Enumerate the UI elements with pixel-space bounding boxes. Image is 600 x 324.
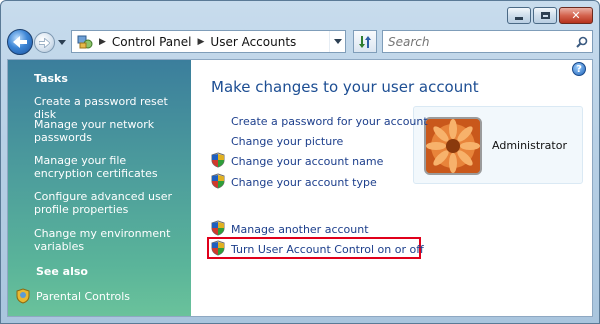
caption-buttons: ✕ <box>507 7 593 24</box>
back-arrow-icon <box>13 36 27 48</box>
content-area: Tasks Create a password reset disk Manag… <box>7 59 593 317</box>
task-manage-network-passwords[interactable]: Manage your network passwords <box>34 118 184 144</box>
recent-pages-button[interactable] <box>57 37 67 47</box>
uac-shield-icon <box>211 152 225 168</box>
see-also-parental-controls[interactable]: Parental Controls <box>16 288 130 304</box>
account-tile: Administrator <box>413 106 583 184</box>
link-create-password[interactable]: Create a password for your account <box>231 115 428 128</box>
close-icon: ✕ <box>571 9 581 22</box>
main-pane: ? Make changes to your user account Admi… <box>191 60 592 316</box>
chevron-down-icon <box>333 39 342 44</box>
link-change-account-name[interactable]: Change your account name <box>231 155 383 168</box>
close-button[interactable]: ✕ <box>559 7 593 24</box>
uac-shield-icon <box>211 240 225 256</box>
minimize-icon <box>515 16 523 20</box>
control-panel-icon <box>77 35 93 48</box>
help-icon[interactable]: ? <box>572 62 586 76</box>
link-turn-uac-on-off[interactable]: Turn User Account Control on or off <box>231 243 424 256</box>
task-manage-file-encryption-certificates[interactable]: Manage your file encryption certificates <box>34 154 184 180</box>
link-change-account-type[interactable]: Change your account type <box>231 176 377 189</box>
uac-shield-icon <box>211 220 225 236</box>
breadcrumb-separator: ▶ <box>99 36 106 47</box>
see-also-heading: See also <box>36 265 88 278</box>
search-input[interactable] <box>383 31 572 52</box>
tasks-heading: Tasks <box>34 72 68 85</box>
search-icon[interactable] <box>572 36 592 48</box>
refresh-button[interactable] <box>353 30 377 53</box>
page-title: Make changes to your user account <box>211 78 479 96</box>
forward-button[interactable] <box>34 32 55 53</box>
parental-controls-label: Parental Controls <box>36 289 130 303</box>
address-dropdown-button[interactable] <box>329 31 345 52</box>
chevron-down-icon <box>58 39 66 45</box>
parental-controls-icon <box>16 288 30 304</box>
back-button[interactable] <box>7 29 33 55</box>
search-box <box>382 30 593 53</box>
minimize-button[interactable] <box>507 7 531 24</box>
task-change-environment-variables[interactable]: Change my environment variables <box>34 227 184 253</box>
flower-picture <box>426 119 480 173</box>
user-accounts-window: ✕ ▶ Control Panel ▶ User Accounts Search… <box>0 0 600 324</box>
breadcrumb-control-panel[interactable]: Control Panel <box>112 35 192 49</box>
avatar <box>424 117 482 175</box>
maximize-button[interactable] <box>533 7 557 24</box>
link-change-picture[interactable]: Change your picture <box>231 135 343 148</box>
maximize-icon <box>540 12 550 19</box>
link-manage-another-account[interactable]: Manage another account <box>231 223 369 236</box>
breadcrumb-separator: ▶ <box>197 36 205 47</box>
task-configure-advanced-user-profile[interactable]: Configure advanced user profile properti… <box>34 190 184 216</box>
uac-shield-icon <box>211 173 225 189</box>
breadcrumb-user-accounts[interactable]: User Accounts <box>210 35 296 49</box>
forward-arrow-icon <box>39 37 50 48</box>
task-pane: Tasks Create a password reset disk Manag… <box>8 60 191 316</box>
address-bar[interactable]: ▶ Control Panel ▶ User Accounts <box>71 30 346 53</box>
refresh-icon <box>359 35 371 48</box>
navigation-bar: ▶ Control Panel ▶ User Accounts <box>7 29 593 55</box>
account-name: Administrator <box>492 139 567 152</box>
